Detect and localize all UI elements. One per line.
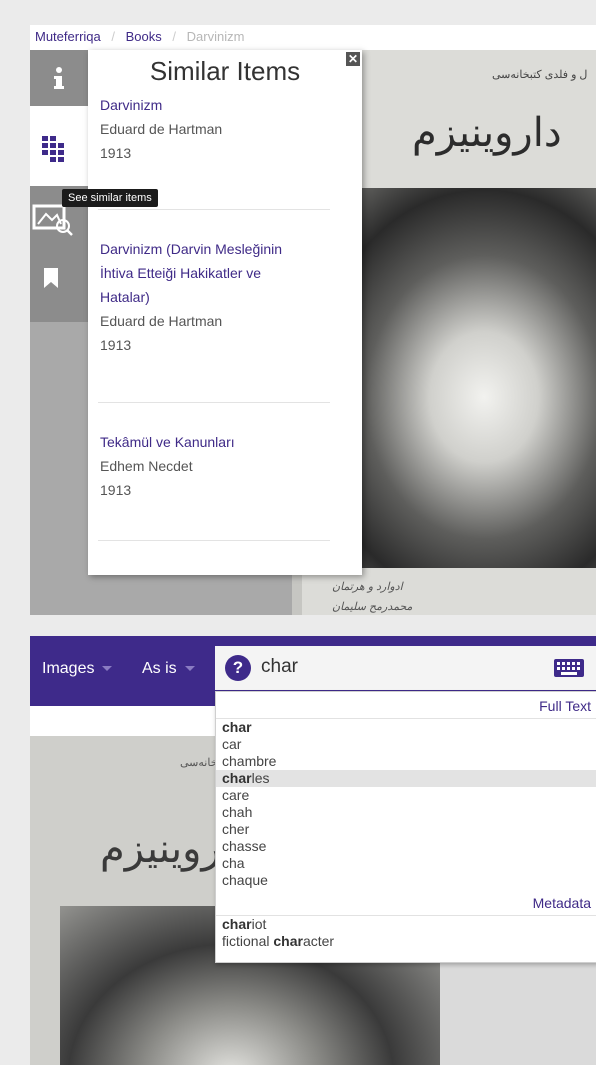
similar-item-title-line[interactable]: Hatalar) [100,285,340,309]
search-box: ? [215,646,596,690]
breadcrumb-home-link[interactable]: Muteferriqa [35,29,101,44]
bookmark-button[interactable] [30,266,88,322]
breadcrumb-separator: / [111,29,115,44]
search-suggestions: Full Text char car chambre charles care chah c… [215,691,596,963]
suggestion-section-fulltext: Full Text [216,692,596,719]
cover-caption-2: محمدرمح سلیمان [332,601,413,613]
similar-item-author: Eduard de Hartman [100,121,223,137]
suggestion-item[interactable]: chaque [216,872,596,889]
chevron-down-icon [102,666,113,672]
similar-items-panel: ✕ Similar Items Darvinizm Eduard de Hart… [88,50,362,575]
suggestion-item[interactable]: fictional character [216,933,596,950]
breadcrumb-books-link[interactable]: Books [126,29,162,44]
cover-title: داروینیزم [412,110,562,156]
breadcrumb-current: Darvinizm [186,29,245,44]
similar-item-title-line[interactable]: İhtiva Etteiği Hakikatler ve [100,261,340,285]
suggestion-item[interactable]: chasse [216,838,596,855]
help-icon[interactable]: ? [225,655,251,681]
similar-item: Tekâmül ve Kanunları Edhem Necdet 1913 [100,430,340,502]
similar-item-author: Edhem Necdet [100,458,193,474]
suggestion-section-metadata: Metadata [216,889,596,916]
similar-item-title[interactable]: Darvinizm [100,93,340,117]
keyboard-icon[interactable] [554,659,584,677]
viewer-panel-top: Muteferriqa / Books / Darvinizm ل و فلدی… [30,25,596,615]
similar-items-button[interactable] [30,106,88,186]
breadcrumb-separator: / [172,29,177,44]
mode-select-label: As is [142,660,177,677]
similar-items-title: Similar Items [149,56,301,86]
suggestion-item[interactable]: car [216,736,596,753]
divider [98,540,330,541]
close-icon[interactable]: ✕ [346,52,360,66]
suggestion-item[interactable]: charles [216,770,596,787]
suggestion-item[interactable]: char [216,719,596,736]
similar-item-year: 1913 [100,337,132,353]
similar-item: Darvinizm (Darvin Mesleğinin İhtiva Ette… [100,237,340,357]
similar-item-title-line[interactable]: Darvinizm (Darvin Mesleğinin [100,237,340,261]
similar-item-year: 1913 [100,482,132,498]
suggestion-item[interactable]: chah [216,804,596,821]
suggestion-item[interactable]: chariot [216,916,596,933]
divider [98,209,330,210]
info-button[interactable] [30,50,88,106]
similar-item-year: 1913 [100,145,132,161]
suggestion-item[interactable]: cha [216,855,596,872]
similar-items-icon [42,136,64,162]
view-select[interactable]: Images [42,650,113,688]
bookmark-icon [44,268,58,288]
mode-select[interactable]: As is [142,650,195,688]
similar-item: Darvinizm Eduard de Hartman 1913 [100,93,340,165]
chevron-down-icon [184,666,195,672]
similar-items-tooltip: See similar items [62,189,158,207]
similar-item-title[interactable]: Tekâmül ve Kanunları [100,430,340,454]
cover-top-text: ل و فلدی کتبخانه‌سی [492,69,588,81]
info-icon [54,67,64,89]
suggestion-item[interactable]: care [216,787,596,804]
divider [98,402,330,403]
suggestion-item[interactable]: cher [216,821,596,838]
cover-caption: ادوارد و هرتمان [332,581,403,593]
side-toolbar [30,50,88,322]
search-input[interactable] [261,652,521,682]
viewer-panel-bottom: Images As is ? ل و فلدی کتبخانه‌سی داروی… [30,636,596,1065]
suggestion-item[interactable]: chambre [216,753,596,770]
similar-item-author: Eduard de Hartman [100,313,223,329]
view-select-label: Images [42,660,95,677]
breadcrumb: Muteferriqa / Books / Darvinizm [35,29,244,44]
